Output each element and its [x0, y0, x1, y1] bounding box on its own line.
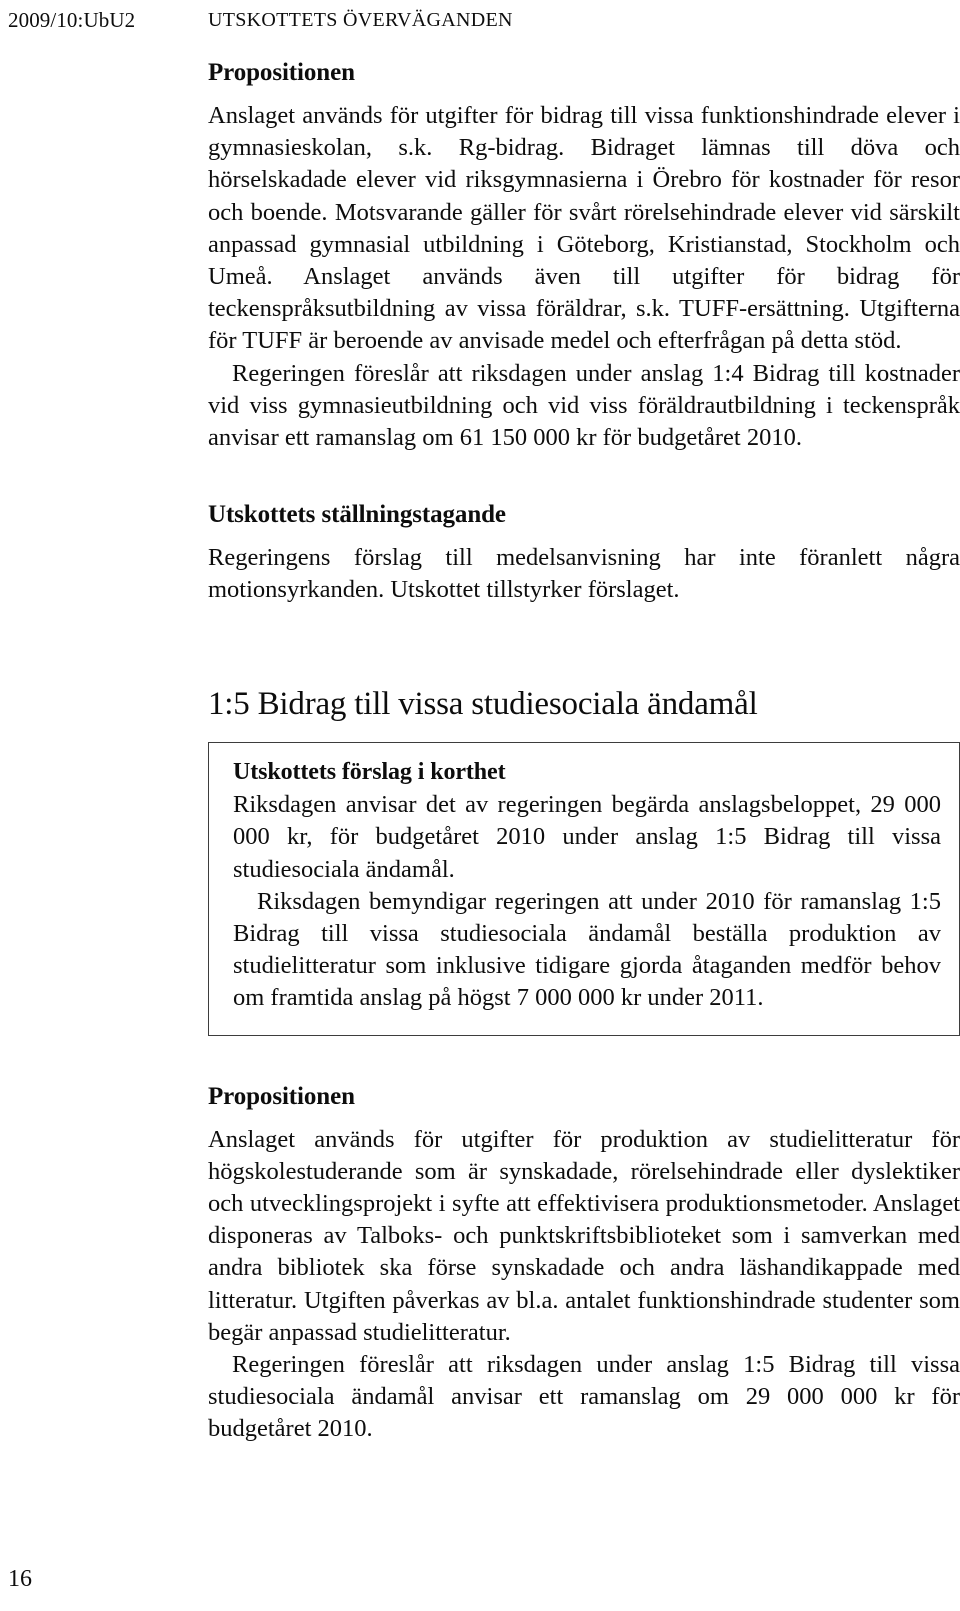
paragraph-proposition-1-body: Anslaget används för utgifter för bidrag… [208, 102, 960, 355]
page-number: 16 [8, 1566, 32, 1592]
heading-propositionen-2: Propositionen [208, 1082, 355, 1110]
header-document-id: 2009/10:UbU2 [8, 8, 136, 32]
committee-proposal-box: Utskottets förslag i korthet Riksdagen a… [208, 742, 960, 1036]
paragraph-proposition-1-request: Regeringen föreslår att riksdagen under … [208, 359, 960, 452]
paragraph-proposition-2-body: Anslaget används för utgifter för produk… [208, 1125, 960, 1346]
paragraph-proposition-2-request: Regeringen föreslår att riksdagen under … [208, 1351, 960, 1443]
document-page: 2009/10:UbU2 UTSKOTTETS ÖVERVÄGANDEN Pro… [0, 0, 960, 1611]
text-column: Propositionen Anslaget används för utgif… [208, 58, 960, 1446]
box-paragraph-allocation: Riksdagen anvisar det av regeringen begä… [233, 791, 941, 883]
header-section-title: UTSKOTTETS ÖVERVÄGANDEN [208, 9, 513, 31]
running-header: 2009/10:UbU2 UTSKOTTETS ÖVERVÄGANDEN [0, 8, 960, 42]
box-heading: Utskottets förslag i korthet [233, 759, 506, 786]
heading-section-1-5: 1:5 Bidrag till vissa studiesociala ända… [208, 685, 758, 722]
heading-propositionen-1: Propositionen [208, 59, 355, 86]
paragraph-stallningstagande: Regeringens förslag till medelsanvisning… [208, 544, 960, 604]
box-paragraph-authorization: Riksdagen bemyndigar regeringen att unde… [233, 887, 941, 1012]
heading-utskottets-stallningstagande: Utskottets ställningstagande [208, 501, 506, 529]
